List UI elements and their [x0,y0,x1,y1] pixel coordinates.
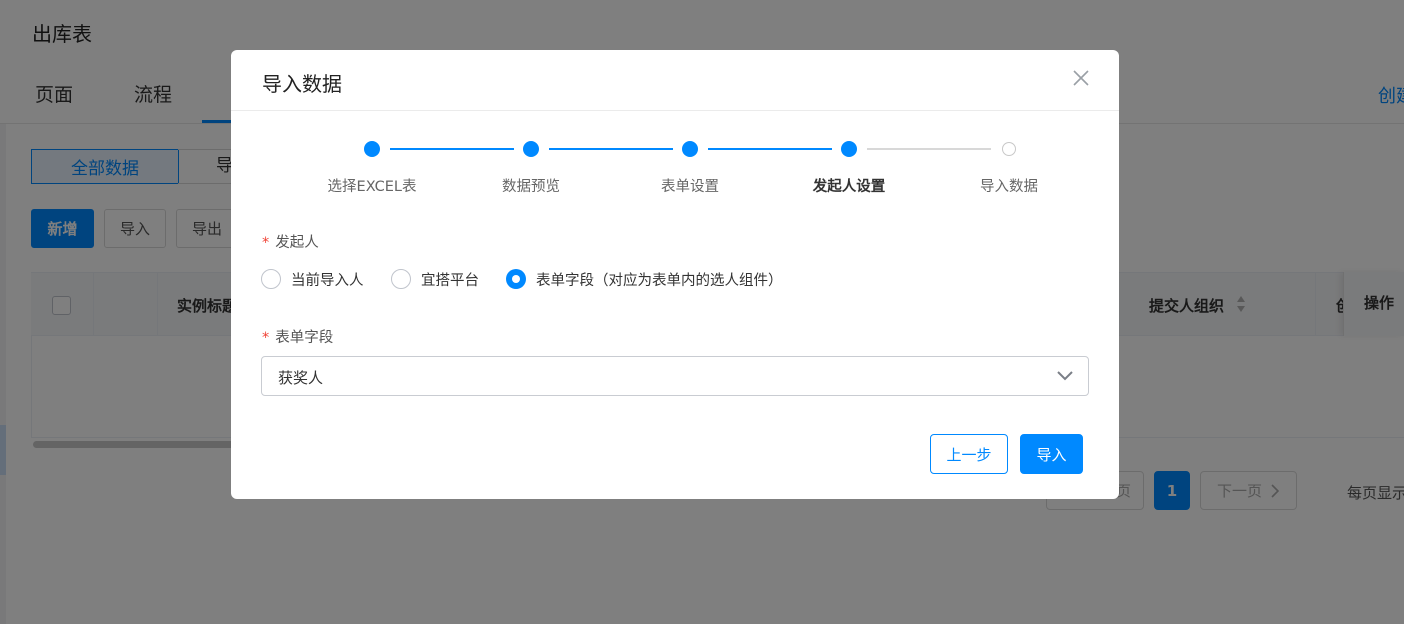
radio-yida-platform[interactable]: 宜搭平台 [391,268,479,290]
radio-label: 当前导入人 [291,272,364,289]
previous-step-button[interactable]: 上一步 [930,434,1008,474]
radio-form-field[interactable]: 表单字段（对应为表单内的选人组件） [506,268,783,290]
required-mark: * [262,330,270,346]
initiator-label: * 发起人 [262,231,319,252]
step-label-data-preview: 数据预览 [502,179,560,195]
step-label-import-data: 导入数据 [980,179,1038,195]
import-confirm-button[interactable]: 导入 [1020,434,1083,474]
step-dot-4 [841,141,857,157]
import-data-dialog: 导入数据 选择EXCEL表 数据预览 表单设置 发起人设置 导入数据 * 发起人 … [231,50,1119,499]
form-field-label-text: 表单字段 [275,330,334,346]
form-field-select-value: 获奖人 [278,369,324,387]
step-dot-2 [523,141,539,157]
step-dot-1 [364,141,380,157]
step-connector [390,148,514,150]
dialog-header: 导入数据 [231,50,1119,111]
initiator-label-text: 发起人 [275,235,319,251]
radio-current-importer[interactable]: 当前导入人 [261,268,364,290]
form-field-select[interactable]: 获奖人 [261,356,1089,396]
radio-circle-checked [506,269,526,289]
step-dot-5 [1002,142,1016,156]
step-connector [867,148,991,150]
close-icon[interactable] [1071,68,1091,88]
radio-circle [391,269,411,289]
step-connector [708,148,832,150]
radio-label: 表单字段（对应为表单内的选人组件） [536,272,783,289]
required-mark: * [262,235,270,251]
chevron-down-icon [1057,371,1073,381]
step-label-select-excel: 选择EXCEL表 [327,179,417,195]
step-connector [549,148,673,150]
dialog-title: 导入数据 [262,72,342,96]
step-indicator: 选择EXCEL表 数据预览 表单设置 发起人设置 导入数据 [231,140,1119,200]
step-label-form-settings: 表单设置 [661,179,719,195]
radio-label: 宜搭平台 [421,272,479,289]
radio-circle [261,269,281,289]
step-dot-3 [682,141,698,157]
step-label-initiator-settings: 发起人设置 [812,179,886,195]
form-field-label: * 表单字段 [262,326,333,347]
